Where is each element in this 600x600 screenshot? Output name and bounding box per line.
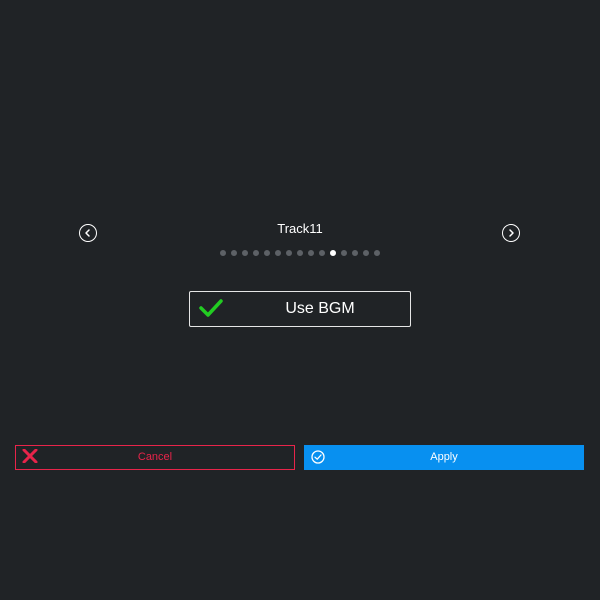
page-dot[interactable] xyxy=(275,250,281,256)
use-bgm-toggle[interactable]: Use BGM xyxy=(189,291,411,327)
page-dot[interactable] xyxy=(363,250,369,256)
page-dot[interactable] xyxy=(319,250,325,256)
apply-button[interactable]: Apply xyxy=(304,445,584,470)
chevron-right-icon xyxy=(509,229,514,237)
cancel-label: Cancel xyxy=(137,451,173,463)
page-dot[interactable] xyxy=(308,250,314,256)
apply-label: Apply xyxy=(430,451,458,463)
page-dot[interactable] xyxy=(264,250,270,256)
checkmark-icon xyxy=(199,299,223,317)
next-track-button[interactable] xyxy=(502,224,520,242)
page-dot[interactable] xyxy=(374,250,380,256)
page-dot[interactable] xyxy=(297,250,303,256)
chevron-left-icon xyxy=(85,229,90,237)
page-dot-active[interactable] xyxy=(330,250,336,256)
page-dot[interactable] xyxy=(352,250,358,256)
use-bgm-label: Use BGM xyxy=(285,300,355,317)
cancel-button[interactable]: Cancel xyxy=(15,445,295,470)
page-dot[interactable] xyxy=(286,250,292,256)
page-dot[interactable] xyxy=(220,250,226,256)
track-page-indicator xyxy=(0,250,600,257)
track-title: Track11 xyxy=(277,221,323,236)
page-dot[interactable] xyxy=(242,250,248,256)
page-dot[interactable] xyxy=(231,250,237,256)
page-dot[interactable] xyxy=(341,250,347,256)
previous-track-button[interactable] xyxy=(79,224,97,242)
page-dot[interactable] xyxy=(253,250,259,256)
